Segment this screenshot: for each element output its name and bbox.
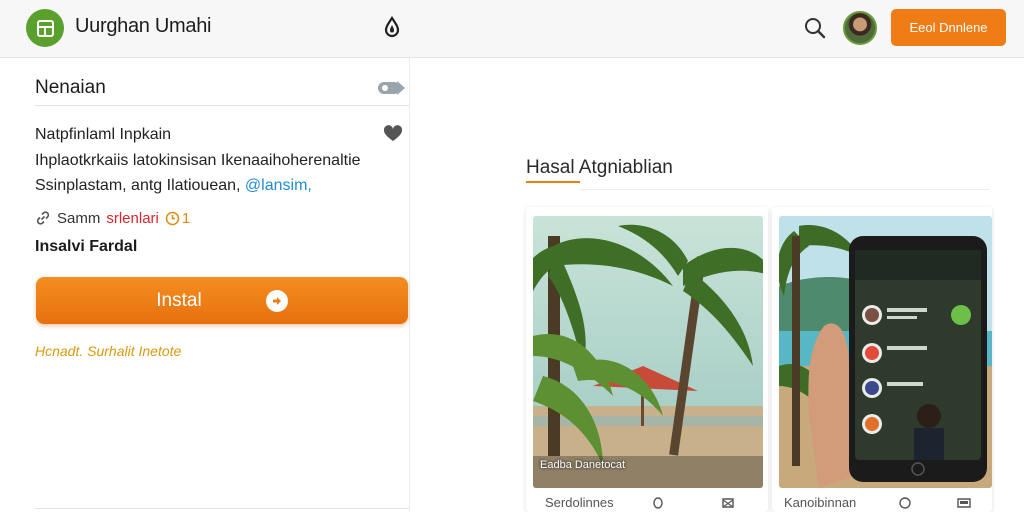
image-icon[interactable] [721, 496, 735, 510]
app-logo-icon[interactable] [26, 9, 64, 47]
gallery-card[interactable]: Eadba Danetocat Serdolinnes [526, 207, 768, 512]
meta-count: 1 [181, 209, 191, 227]
user-avatar[interactable] [843, 11, 877, 45]
gallery-card[interactable]: Kanoibinnan [772, 207, 992, 512]
meta-row: Samm srlenlari 1 [35, 208, 190, 228]
install-button[interactable]: Instal [36, 277, 408, 324]
image-icon[interactable] [957, 496, 971, 510]
install-label: Instal [156, 289, 202, 311]
comment-icon[interactable] [898, 496, 912, 510]
description-line: Ssinplastam, antg Ilatiouean, @lansim, [35, 177, 312, 195]
gallery-title: Hasal Atgniablian [526, 157, 673, 178]
beach-image [533, 216, 763, 488]
clock-icon [165, 211, 180, 225]
drop-icon[interactable] [381, 16, 403, 38]
toggle-icon[interactable] [377, 78, 407, 98]
image-caption: Eadba Danetocat [540, 459, 626, 471]
header-cta-button[interactable]: Eeol Dnnlene [891, 9, 1006, 46]
app-title: Uurghan Umahi [75, 15, 212, 37]
footnote: Hcnadt. Surhalit Inetote [35, 343, 182, 359]
divider [580, 189, 990, 190]
meta-author: Samm [57, 209, 101, 227]
install-heading: Insalvi Fardal [35, 238, 138, 255]
section-title: Nenaian [35, 77, 106, 98]
install-icon [265, 289, 288, 312]
card-author: Serdolinnes [545, 495, 614, 510]
divider [35, 105, 409, 106]
description-line: Ihplaotkrkaiis latokinsisan Ikenaaihoher… [35, 152, 361, 169]
profile-link[interactable]: @lansim, [245, 177, 312, 194]
card-author: Kanoibinnan [784, 495, 857, 510]
meta-tag[interactable]: srlenlari [106, 210, 159, 227]
top-bar: Uurghan Umahi Eeol Dnnlene [0, 0, 1024, 58]
phone-image [779, 216, 992, 488]
search-icon[interactable] [803, 16, 827, 40]
details-panel: Nenaian Natpfinlaml Inpkain Ihplaotkrkai… [10, 58, 410, 512]
heart-icon[interactable] [383, 125, 403, 143]
gallery-title-underline [526, 181, 580, 183]
divider [35, 508, 409, 509]
comment-icon[interactable] [651, 496, 665, 510]
description-line: Natpfinlaml Inpkain [35, 126, 172, 143]
link-icon [36, 211, 50, 225]
description-text: Ssinplastam, antg Ilatiouean, [35, 177, 241, 194]
